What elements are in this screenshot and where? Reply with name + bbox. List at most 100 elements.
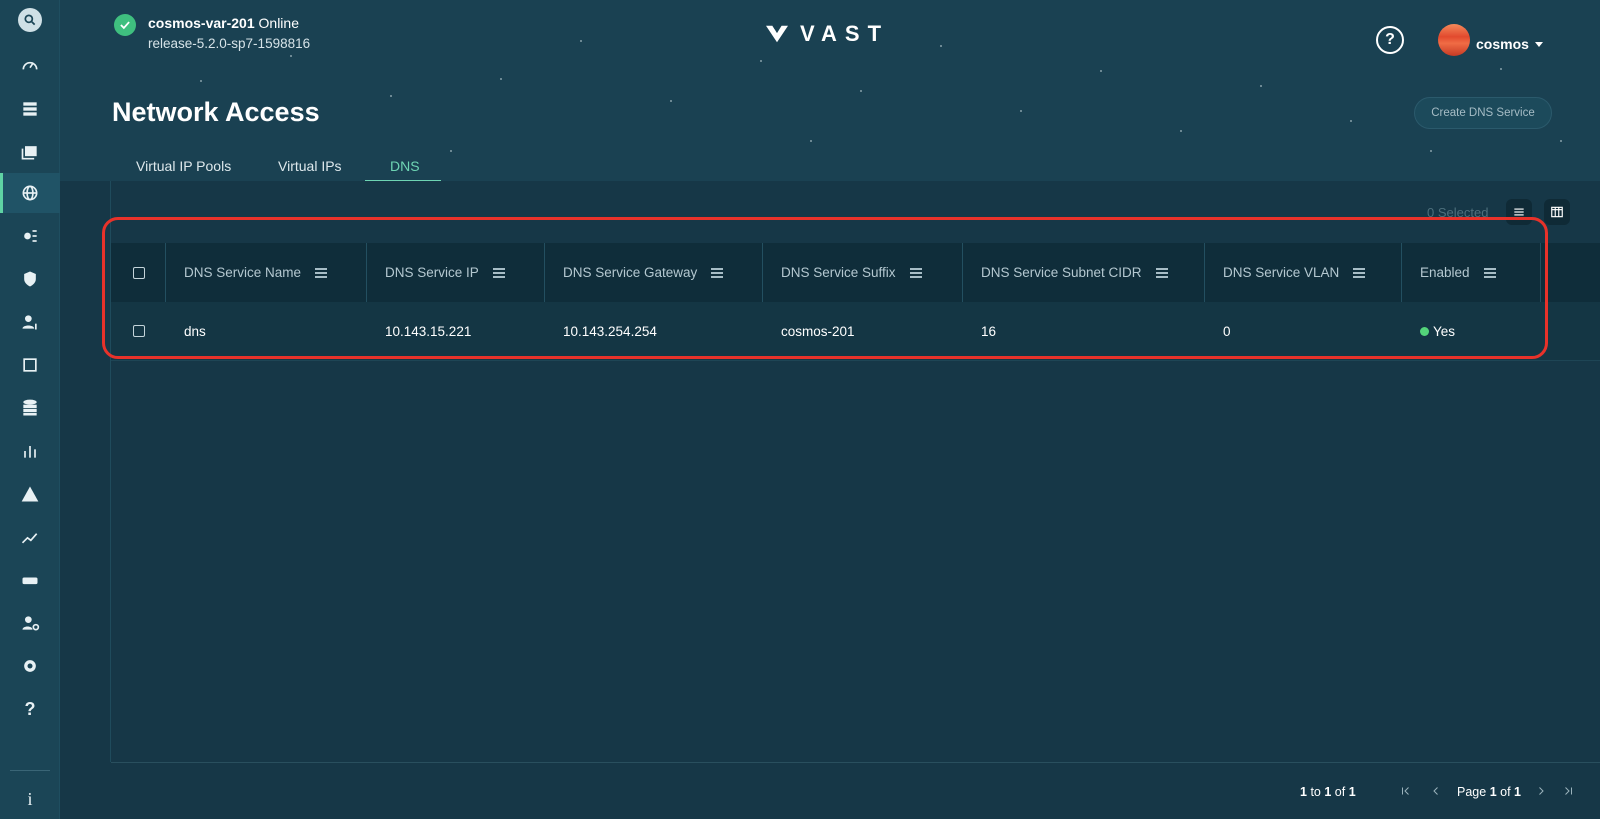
next-page-button[interactable] <box>1531 781 1551 801</box>
bar-chart-icon <box>24 446 36 458</box>
column-header-enabled[interactable]: Enabled <box>1402 243 1541 302</box>
sidebar-divider <box>10 770 50 771</box>
column-label: Enabled <box>1420 265 1470 280</box>
column-label: DNS Service Gateway <box>563 265 698 280</box>
sidebar-item-settings-network[interactable] <box>0 216 60 256</box>
warning-icon <box>21 486 39 502</box>
table-row[interactable]: dns 10.143.15.221 10.143.254.254 cosmos-… <box>111 302 1600 361</box>
column-menu-icon[interactable] <box>1155 267 1168 278</box>
database-icon <box>23 399 37 416</box>
column-menu-icon[interactable] <box>1353 267 1366 278</box>
last-page-button[interactable] <box>1558 781 1578 801</box>
sidebar-item-help[interactable]: ? <box>0 689 60 729</box>
sidebar-item-database[interactable] <box>0 388 60 428</box>
sidebar: ? i <box>0 0 60 819</box>
cluster-status-text: Online <box>258 15 299 31</box>
column-header-suffix[interactable]: DNS Service Suffix <box>763 243 963 302</box>
columns-button[interactable] <box>1544 199 1570 225</box>
density-button[interactable] <box>1506 199 1532 225</box>
gear-network-icon <box>24 230 37 242</box>
column-label: DNS Service Suffix <box>781 265 896 280</box>
range-start: 1 <box>1300 785 1307 799</box>
tab-virtual-ip-pools[interactable]: Virtual IP Pools <box>136 158 231 174</box>
range-to: to <box>1310 785 1321 799</box>
sidebar-item-security[interactable] <box>0 259 60 299</box>
row-range: 1 to 1 of 1 <box>1300 785 1356 799</box>
sidebar-item-dashboard[interactable] <box>0 46 60 86</box>
last-page-icon <box>1565 787 1572 795</box>
prev-page-button[interactable] <box>1426 781 1446 801</box>
gauge-icon <box>22 61 38 70</box>
column-menu-icon[interactable] <box>315 267 328 278</box>
user-transfer-icon <box>22 315 37 330</box>
user-menu-name[interactable]: cosmos <box>1476 36 1529 52</box>
sidebar-item-settings[interactable] <box>0 646 60 686</box>
page-of: of <box>1500 785 1511 799</box>
cluster-status: cosmos-var-201 Online <box>148 15 299 31</box>
column-header-ip[interactable]: DNS Service IP <box>367 243 545 302</box>
sidebar-item-user-settings[interactable] <box>0 603 60 643</box>
column-menu-icon[interactable] <box>711 267 724 278</box>
shield-icon <box>24 271 36 287</box>
range-of: of <box>1334 785 1346 799</box>
row-checkbox[interactable] <box>133 325 145 337</box>
sidebar-item-trends[interactable] <box>0 517 60 557</box>
cluster-name: cosmos-var-201 <box>148 15 255 31</box>
sidebar-item-search[interactable] <box>0 0 60 40</box>
column-header-vlan[interactable]: DNS Service VLAN <box>1205 243 1402 302</box>
sidebar-item-info[interactable]: i <box>0 779 60 819</box>
sidebar-item-analytics[interactable] <box>0 431 60 471</box>
sidebar-item-infrastructure[interactable] <box>0 89 60 129</box>
drive-icon <box>22 577 38 585</box>
page-current: 1 <box>1489 785 1497 799</box>
footer-divider <box>111 762 1600 763</box>
sidebar-item-tenants[interactable] <box>0 345 60 385</box>
range-total: 1 <box>1348 785 1356 799</box>
frame-icon <box>23 358 37 372</box>
sidebar-item-alerts[interactable] <box>0 474 60 514</box>
select-all-checkbox[interactable] <box>133 266 145 279</box>
column-menu-icon[interactable] <box>1483 267 1496 278</box>
cell-name: dns <box>184 323 206 339</box>
server-rack-icon <box>23 102 37 116</box>
cell-suffix: cosmos-201 <box>781 323 855 339</box>
sidebar-item-network-access[interactable] <box>0 173 60 213</box>
column-menu-icon[interactable] <box>492 267 505 278</box>
chevron-right-icon <box>1539 787 1544 795</box>
table-header: DNS Service Name DNS Service IP DNS Serv… <box>111 243 1600 302</box>
sidebar-item-user-management[interactable] <box>0 302 60 342</box>
column-header-subnet-cidr[interactable]: DNS Service Subnet CIDR <box>963 243 1205 302</box>
tab-dns[interactable]: DNS <box>390 158 420 174</box>
question-icon: ? <box>24 698 36 719</box>
help-button[interactable]: ? <box>1376 26 1404 54</box>
trend-icon <box>21 533 38 544</box>
column-header-name[interactable]: DNS Service Name <box>166 243 367 302</box>
chevron-down-icon[interactable] <box>1535 42 1543 47</box>
columns-icon <box>1551 206 1563 218</box>
create-dns-service-button[interactable]: Create DNS Service <box>1414 97 1552 129</box>
dns-services-table: DNS Service Name DNS Service IP DNS Serv… <box>111 243 1600 361</box>
list-icon <box>1514 208 1524 216</box>
cell-enabled: Yes <box>1402 302 1541 360</box>
column-label: DNS Service Name <box>184 265 302 280</box>
row-select-cell <box>111 302 166 360</box>
vast-logo-icon <box>766 25 788 43</box>
enabled-value: Yes <box>1433 323 1456 339</box>
column-menu-icon[interactable] <box>909 267 922 278</box>
info-icon: i <box>27 788 33 809</box>
cell-ip: 10.143.15.221 <box>385 323 472 339</box>
sidebar-item-hardware[interactable] <box>0 560 60 600</box>
first-page-icon <box>1402 787 1409 795</box>
avatar[interactable] <box>1438 24 1470 56</box>
logo-text: VAST <box>800 21 890 46</box>
enabled-status-icon <box>1420 326 1429 336</box>
sidebar-item-element-store[interactable] <box>0 132 60 172</box>
tab-virtual-ips[interactable]: Virtual IPs <box>278 158 342 174</box>
column-header-gateway[interactable]: DNS Service Gateway <box>545 243 763 302</box>
column-label: DNS Service IP <box>385 265 479 280</box>
page-title: Network Access <box>112 97 320 127</box>
gear-icon <box>24 660 36 672</box>
selected-count: 0 Selected <box>1427 205 1489 220</box>
first-page-button[interactable] <box>1396 781 1416 801</box>
page-indicator: Page 1 of 1 <box>1457 785 1521 799</box>
